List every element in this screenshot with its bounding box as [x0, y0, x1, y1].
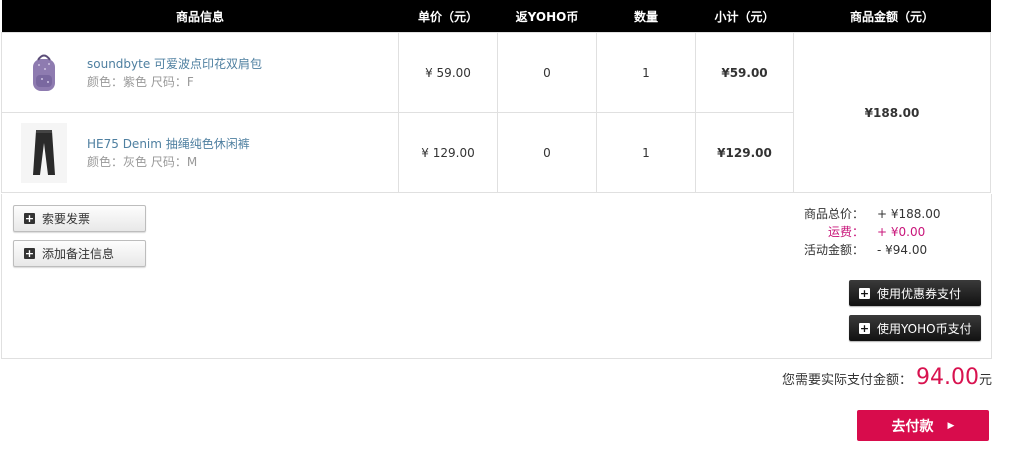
- header-yoho-coin: 返YOHO币: [497, 0, 597, 33]
- product-attrs: 颜色：紫色 尺码：F: [87, 74, 194, 89]
- product-name-link[interactable]: soundbyte 可爱波点印花双肩包: [87, 55, 262, 73]
- shipping-label: 运费：: [827, 225, 864, 239]
- use-yoho-coin-label: 使用YOHO币支付: [877, 321, 972, 336]
- add-remark-label: 添加备注信息: [42, 247, 115, 261]
- price-summary: 商品总价： + ¥188.00 运费： + ¥0.00 活动金额： - ¥94.…: [779, 205, 959, 259]
- plus-icon: +: [24, 247, 35, 260]
- yoho-coin-value: 0: [497, 32, 597, 113]
- order-panel: 商品信息 单价（元） 返YOHO币 数量 小计（元） 商品金额（元） sound…: [1, 0, 992, 359]
- unit-price: ¥ 129.00: [398, 112, 498, 193]
- request-invoice-button[interactable]: + 索要发票: [13, 205, 146, 232]
- plus-icon: +: [859, 286, 870, 300]
- plus-icon: +: [859, 321, 870, 335]
- product-attrs: 颜色：灰色 尺码：M: [87, 154, 198, 169]
- use-coupon-label: 使用优惠券支付: [877, 286, 962, 301]
- table-row: soundbyte 可爱波点印花双肩包 颜色：紫色 尺码：F ¥ 59.00 0…: [1, 32, 991, 193]
- header-goods-info: 商品信息: [1, 0, 399, 33]
- order-options-panel: + 索要发票 + 添加备注信息 商品总价： + ¥188.00 运费： + ¥0…: [1, 194, 992, 359]
- header-goods-amount: 商品金额（元）: [793, 0, 991, 33]
- payable-unit: 元: [978, 373, 992, 388]
- use-coupon-button[interactable]: + 使用优惠券支付: [849, 280, 981, 306]
- payable-label: 您需要实际支付金额：: [781, 373, 912, 388]
- shipping-value: + ¥0.00: [877, 225, 926, 239]
- subtotal-value: ¥129.00: [695, 112, 794, 193]
- backpack-icon[interactable]: [21, 43, 67, 103]
- cart-table: 商品信息 单价（元） 返YOHO币 数量 小计（元） 商品金额（元） sound…: [1, 0, 991, 193]
- add-remark-button[interactable]: + 添加备注信息: [13, 240, 146, 267]
- header-subtotal: 小计（元）: [695, 0, 794, 33]
- plus-icon: +: [24, 212, 35, 225]
- quantity-value: 1: [596, 112, 696, 193]
- goods-amount-total: ¥188.00: [793, 32, 991, 193]
- table-header: 商品信息 单价（元） 返YOHO币 数量 小计（元） 商品金额（元）: [1, 0, 991, 33]
- header-unit-price: 单价（元）: [398, 0, 498, 33]
- header-quantity: 数量: [596, 0, 696, 33]
- payable-amount: 您需要实际支付金额： 94.00 元: [782, 365, 992, 390]
- goods-total-label: 商品总价：: [803, 207, 864, 221]
- pants-icon[interactable]: [21, 122, 67, 183]
- request-invoice-label: 索要发票: [42, 212, 91, 226]
- discount-value: - ¥94.00: [877, 243, 928, 257]
- use-yoho-coin-button[interactable]: + 使用YOHO币支付: [849, 315, 981, 341]
- goods-info-cell: HE75 Denim 抽绳纯色休闲裤 颜色：灰色 尺码：M: [1, 112, 399, 193]
- subtotal-value: ¥59.00: [695, 32, 794, 113]
- pay-button[interactable]: 去付款 ▶: [857, 410, 989, 441]
- unit-price: ¥ 59.00: [398, 32, 498, 113]
- pay-button-label: 去付款: [891, 418, 934, 435]
- discount-label: 活动金额：: [803, 243, 864, 257]
- product-name-link[interactable]: HE75 Denim 抽绳纯色休闲裤: [87, 135, 250, 153]
- goods-info-cell: soundbyte 可爱波点印花双肩包 颜色：紫色 尺码：F: [1, 32, 399, 113]
- quantity-value: 1: [596, 32, 696, 113]
- yoho-coin-value: 0: [497, 112, 597, 193]
- payable-value: 94.00: [916, 365, 979, 390]
- arrow-right-icon: ▶: [947, 420, 955, 431]
- goods-total-value: + ¥188.00: [877, 207, 941, 221]
